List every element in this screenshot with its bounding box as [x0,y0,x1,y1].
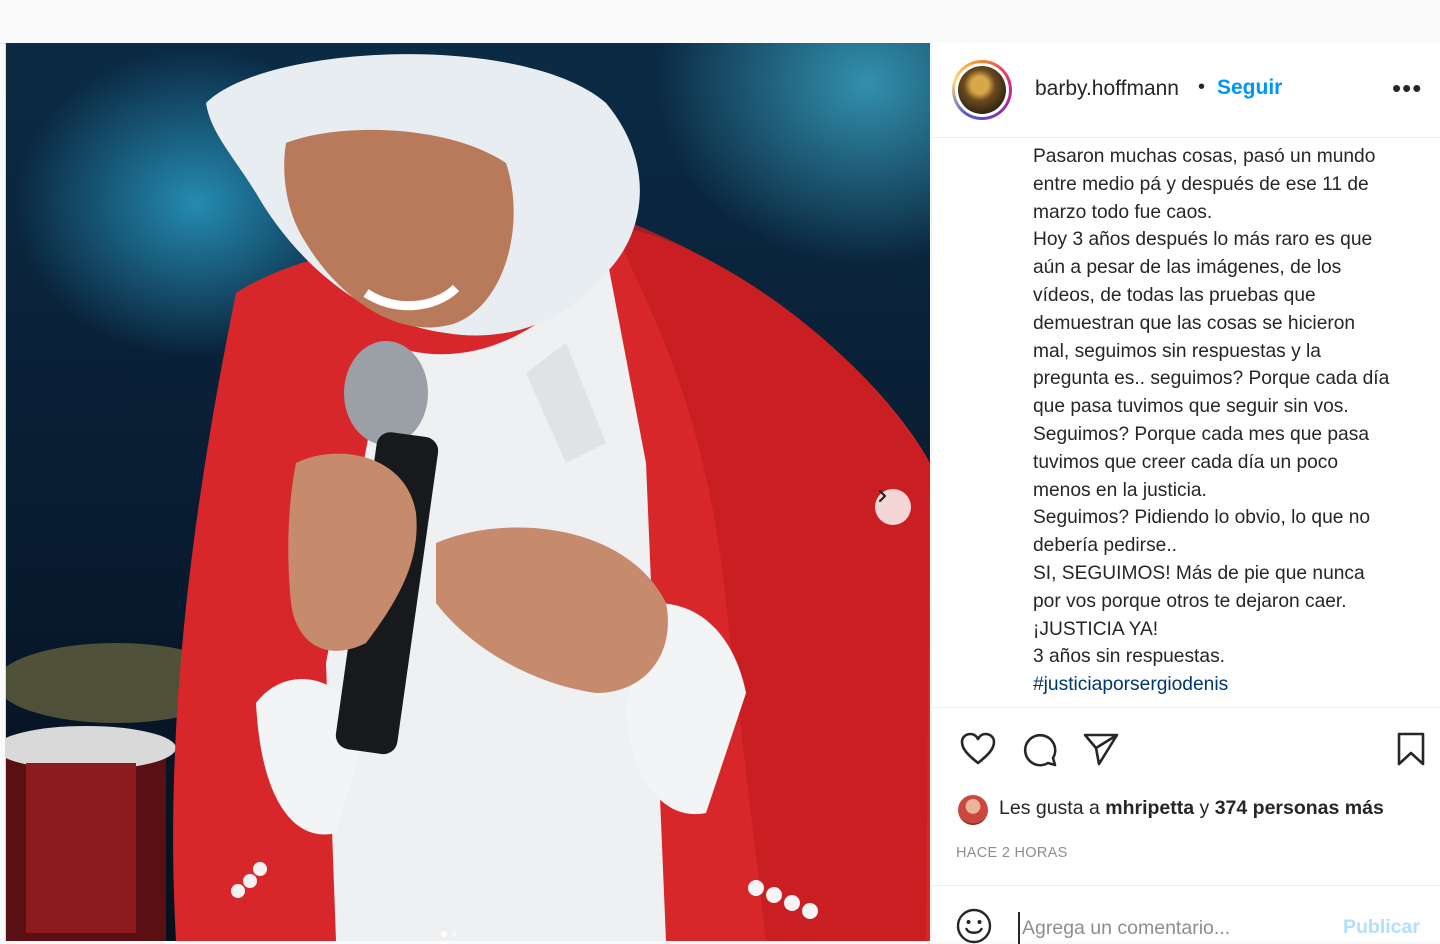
author-username[interactable]: barby.hoffmann [1035,77,1179,101]
comment-composer: Publicar [932,885,1440,944]
post-photo[interactable] [6,43,930,941]
caption-line: vídeos, de todas las pruebas que [1033,284,1316,306]
post-modal: barby.hoffmann • Seguir ••• Pasaron much… [5,43,1440,944]
post-caption: Pasaron muchas cosas, pasó un mundo entr… [1033,143,1433,699]
carousel-next-button[interactable] [875,489,911,525]
comment-input[interactable] [1018,912,1324,944]
follow-button[interactable]: Seguir [1217,76,1282,100]
caption-line: Pasaron muchas cosas, pasó un mundo [1033,146,1376,167]
caption-line: tuvimos que creer cada día un poco [1033,451,1339,473]
caption-line: demuestran que las cosas se hicieron [1033,312,1356,334]
likes-text: Les gusta a mhripetta y 374 personas más [999,797,1384,820]
carousel-dot-active [441,931,447,937]
bookmark-icon[interactable] [1396,732,1426,766]
action-bar [932,707,1440,778]
publish-button[interactable]: Publicar [1343,916,1420,939]
post-timestamp[interactable]: HACE 2 HORAS [956,845,1068,861]
photo-illustration [6,54,930,941]
caption-line: Seguimos? Porque cada mes que pasa [1033,423,1369,445]
likes-count-link[interactable]: 374 personas más [1215,797,1384,819]
hashtag-link[interactable]: #justiciaporsergiodenis [1033,671,1433,699]
comment-icon[interactable] [1022,732,1058,768]
caption-line: menos en la justicia. [1033,479,1207,501]
caption-line: debería pedirse.. [1033,535,1177,557]
header-separator: • [1198,76,1206,98]
caption-line: entre medio pá y después de ese 11 de [1033,173,1369,195]
paper-plane-icon[interactable] [1083,732,1119,766]
caption-line: 3 años sin respuestas. [1033,646,1225,668]
author-avatar-image [958,66,1006,114]
post-header: barby.hoffmann • Seguir ••• [932,43,1440,138]
caption-line: que pasa tuvimos que seguir sin vos. [1033,396,1349,418]
author-avatar[interactable] [952,60,1012,120]
post-sidebar: barby.hoffmann • Seguir ••• Pasaron much… [931,43,1440,944]
likes-summary: Les gusta a mhripetta y 374 personas más [958,789,1438,829]
caption-line: Hoy 3 años después lo más raro es que [1033,229,1373,251]
caption-line: aún a pesar de las imágenes, de los [1033,257,1342,279]
caption-line: ¡JUSTICIA YA! [1033,618,1159,640]
heart-icon[interactable] [960,732,996,766]
likes-prefix: Les gusta a [999,797,1100,819]
caption-line: mal, seguimos sin respuestas y la [1033,340,1321,362]
browser-top-strip [0,0,1440,44]
caption-line: SI, SEGUIMOS! Más de pie que nunca [1033,562,1365,584]
more-options-icon[interactable]: ••• [1392,73,1422,104]
chevron-right-icon [878,489,887,503]
caption-line: por vos porque otros te dejaron caer. [1033,590,1347,612]
smiley-icon[interactable] [956,908,992,944]
caption-line: Seguimos? Pidiendo lo obvio, lo que no [1033,507,1371,529]
caption-line: pregunta es.. seguimos? Porque cada día [1033,368,1390,390]
carousel-indicator [441,931,457,937]
liker-avatar[interactable] [958,795,988,825]
liker-username[interactable]: mhripetta [1105,797,1194,819]
likes-joiner: y [1199,797,1210,819]
carousel-dot [451,931,457,937]
caption-line: marzo todo fue caos. [1033,201,1213,223]
